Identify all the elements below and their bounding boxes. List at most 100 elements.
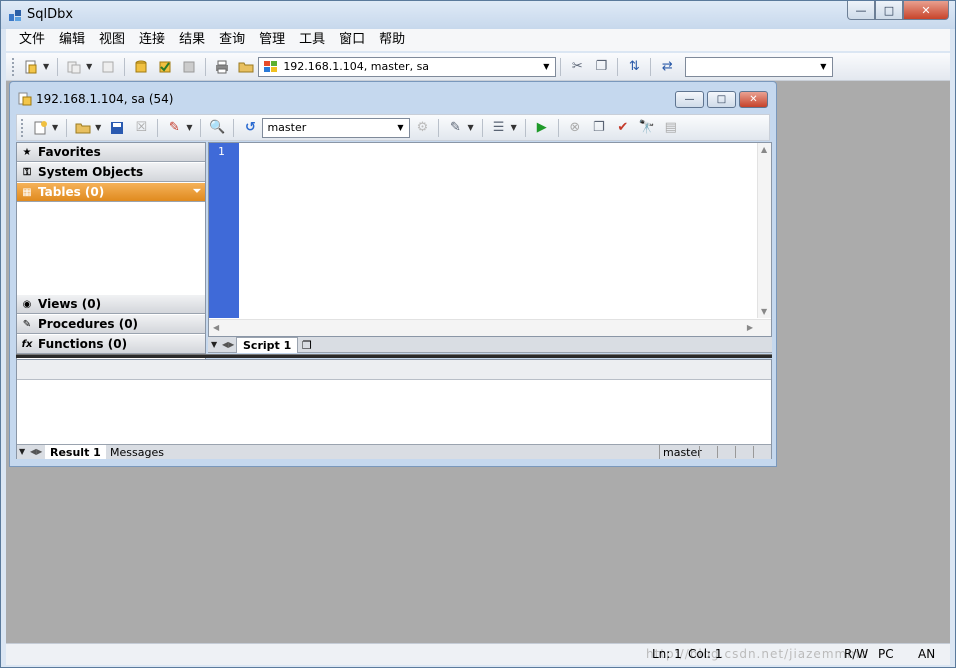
child-maximize-button[interactable]: □ <box>707 91 736 108</box>
toolbar-separator <box>233 118 235 137</box>
panel-favorites[interactable]: ★ Favorites <box>17 143 205 162</box>
panel-tables[interactable]: ▦ Tables (0) ⏷ <box>17 183 205 202</box>
chevron-down-icon[interactable]: ▼ <box>86 62 92 71</box>
tab-script-1[interactable]: Script 1 <box>236 337 299 353</box>
format-icon[interactable]: ✎ <box>445 118 465 138</box>
toolbar-separator <box>57 57 59 76</box>
database-check-icon[interactable] <box>155 57 175 77</box>
copy-icon[interactable] <box>64 57 84 77</box>
open-folder-icon[interactable] <box>236 57 256 77</box>
chevron-down-icon[interactable]: ▼ <box>539 60 553 74</box>
menu-results[interactable]: 结果 <box>172 29 212 51</box>
line-number: 1 <box>218 145 225 158</box>
toolbar-grip[interactable] <box>21 118 24 137</box>
results-tab-menu-icon[interactable]: ▼ <box>19 447 25 456</box>
transfer-icon[interactable]: ⇅ <box>624 57 644 77</box>
check-syntax-icon[interactable]: ✔ <box>613 118 633 138</box>
export-icon[interactable]: ▤ <box>661 118 681 138</box>
panel-functions-label: Functions (0) <box>38 337 128 351</box>
refresh-icon[interactable]: ↺ <box>240 118 260 138</box>
scroll-up-icon[interactable]: ▲ <box>761 145 767 154</box>
menu-connect[interactable]: 连接 <box>132 29 172 51</box>
menu-manage[interactable]: 管理 <box>252 29 292 51</box>
scroll-right-icon[interactable]: ▶ <box>747 323 753 332</box>
window-copy-icon[interactable]: ❐ <box>591 57 611 77</box>
chevron-down-icon[interactable]: ▼ <box>816 60 830 74</box>
database-icon[interactable] <box>131 57 151 77</box>
script-tabs: ▼ ◀▶ Script 1 ❐ <box>208 337 772 353</box>
menu-file[interactable]: 文件 <box>12 29 52 51</box>
filter-icon[interactable]: ⏷ <box>193 186 201 197</box>
scroll-left-icon[interactable]: ◀ <box>213 323 219 332</box>
settings-gear-icon[interactable]: ⚙ <box>412 118 432 138</box>
compare-icon[interactable]: ⇄ <box>657 57 677 77</box>
minimize-button[interactable]: — <box>847 1 875 20</box>
close-button[interactable]: ✕ <box>903 1 949 20</box>
database-select[interactable]: master ▼ <box>262 117 411 138</box>
database-disabled-icon[interactable] <box>179 57 199 77</box>
tab-result-1-label: Result 1 <box>50 445 101 459</box>
new-tab-icon: ❐ <box>302 338 312 352</box>
chevron-down-icon[interactable]: ▼ <box>52 123 58 132</box>
sql-editor[interactable]: 1 ▲ ▼ ◀ ▶ <box>208 142 772 337</box>
query-window-titlebar[interactable]: 192.168.1.104, sa (54) — □ ✕ <box>10 82 776 112</box>
tab-result-1[interactable]: Result 1 <box>45 445 106 459</box>
extra-select[interactable]: ▼ <box>685 56 834 77</box>
query-toolbar: ▼ ▼ ☒ ✎ ▼ 🔍 ↺ master ▼ ⚙ ✎ ▼ ☰ ▼ ▶ ⊗ ❐ ✔… <box>16 114 770 141</box>
paste-icon[interactable] <box>98 57 118 77</box>
editor-results-splitter[interactable] <box>16 354 772 358</box>
clear-icon[interactable]: ✎ <box>164 118 184 138</box>
chevron-down-icon[interactable]: ▼ <box>511 123 517 132</box>
tab-menu-icon[interactable]: ▼ <box>211 340 217 349</box>
chevron-down-icon[interactable]: ▼ <box>186 123 192 132</box>
toolbar-separator <box>650 57 652 76</box>
tab-prev-icon[interactable]: ◀▶ <box>222 340 234 349</box>
menu-query[interactable]: 查询 <box>212 29 252 51</box>
tools-icon[interactable]: ✂ <box>567 57 587 77</box>
open-file-icon[interactable] <box>73 118 93 138</box>
toolbar-separator <box>124 57 126 76</box>
child-minimize-button[interactable]: — <box>675 91 704 108</box>
panel-procedures[interactable]: ✎ Procedures (0) <box>17 315 205 334</box>
close-script-icon[interactable]: ☒ <box>131 118 151 138</box>
list-icon[interactable]: ☰ <box>489 118 509 138</box>
chevron-down-icon[interactable]: ▼ <box>95 123 101 132</box>
menu-tools[interactable]: 工具 <box>292 29 332 51</box>
menu-view[interactable]: 视图 <box>92 29 132 51</box>
new-script-icon[interactable] <box>30 118 50 138</box>
main-toolbar: ▼ ▼ 192.168.1.104, master, sa ▼ ✂ ❐ ⇅ ⇄ … <box>6 53 950 81</box>
find-icon[interactable]: 🔭 <box>637 118 657 138</box>
preview-icon[interactable]: 🔍 <box>207 118 227 138</box>
results-tab-nav-icon[interactable]: ◀▶ <box>30 447 42 456</box>
menu-edit[interactable]: 编辑 <box>52 29 92 51</box>
query-window: 192.168.1.104, sa (54) — □ ✕ ▼ ▼ ☒ ✎ ▼ 🔍… <box>9 81 777 467</box>
chevron-down-icon[interactable]: ▼ <box>393 121 407 135</box>
chevron-down-icon[interactable]: ▼ <box>467 123 473 132</box>
explain-icon[interactable]: ❐ <box>589 118 609 138</box>
panel-views-label: Views (0) <box>38 297 102 311</box>
horizontal-scrollbar[interactable]: ◀ ▶ <box>209 319 771 336</box>
line-number-gutter: 1 <box>209 143 239 318</box>
menu-window[interactable]: 窗口 <box>332 29 372 51</box>
print-icon[interactable] <box>212 57 232 77</box>
star-icon: ★ <box>22 146 32 158</box>
execute-icon[interactable]: ▶ <box>532 118 552 138</box>
panel-views[interactable]: ◉ Views (0) <box>17 295 205 314</box>
panel-functions[interactable]: fx Functions (0) <box>17 335 205 354</box>
scroll-down-icon[interactable]: ▼ <box>761 307 767 316</box>
tab-messages[interactable]: Messages <box>105 445 169 459</box>
connection-select[interactable]: 192.168.1.104, master, sa ▼ <box>258 56 557 77</box>
menu-help[interactable]: 帮助 <box>372 29 412 51</box>
maximize-button[interactable]: □ <box>875 1 903 20</box>
toolbar-separator <box>481 118 483 137</box>
chevron-down-icon[interactable]: ▼ <box>43 62 49 71</box>
child-close-button[interactable]: ✕ <box>739 91 768 108</box>
stop-icon[interactable]: ⊗ <box>565 118 585 138</box>
toolbar-grip[interactable] <box>12 57 15 76</box>
vertical-scrollbar[interactable]: ▲ ▼ <box>757 143 771 318</box>
new-connection-icon[interactable] <box>21 57 41 77</box>
save-icon[interactable] <box>107 118 127 138</box>
new-tab-button[interactable]: ❐ <box>296 337 318 353</box>
mdi-client-area: 192.168.1.104, sa (54) — □ ✕ ▼ ▼ ☒ ✎ ▼ 🔍… <box>6 81 950 643</box>
panel-system-objects[interactable]: ⚿ System Objects <box>17 163 205 182</box>
